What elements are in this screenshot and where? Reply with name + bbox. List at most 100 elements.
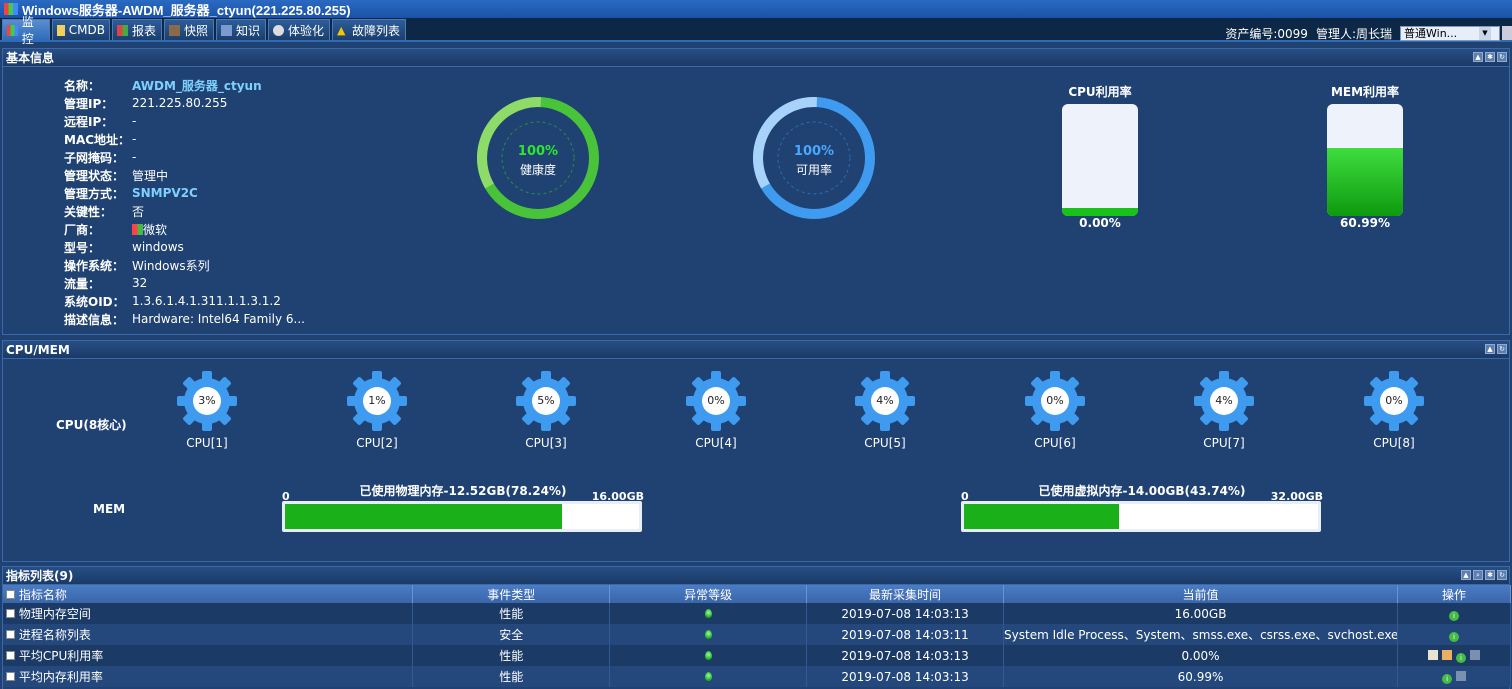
collapse-icon[interactable]: ▲ [1473,52,1483,62]
mem-usage-fill [1327,147,1403,216]
tab-cmdb[interactable]: CMDB [52,19,110,40]
snapshot-icon [169,24,180,36]
row-checkbox[interactable] [6,672,15,681]
tab-experience[interactable]: 体验化 [268,19,330,40]
metrics-panel: 指标列表(9) ▲ ⌕ ✱ ↻ 指标名称 事件类型 异常等级 最新采集时间 当前… [2,566,1511,689]
select-all-checkbox[interactable] [6,589,15,599]
tab-label: 知识 [236,23,261,38]
virtual-mem-title: 已使用虚拟内存-14.00GB(43.74%) [1038,484,1246,498]
tab-monitor[interactable]: 监控 [2,15,50,46]
cpu-usage-title: CPU利用率 [1068,85,1132,99]
panel-title: 指标列表(9) [6,569,74,583]
snmp-link[interactable]: SNMPV2C [132,186,198,200]
col-level[interactable]: 异常等级 [609,585,808,603]
cpu-core-label: CPU[6] [1034,436,1076,450]
info-row-mask: 子网掩码： - [64,150,137,165]
window-titlebar: Windows服务器-AWDM_服务器_ctyun(221.225.80.255… [0,0,1512,18]
col-time[interactable]: 最新采集时间 [806,585,1005,603]
info-row-traffic: 流量： 32 [64,276,148,291]
cpu-core-label: CPU(8核心) [56,418,127,432]
availability-value: 100% [793,144,835,159]
info-row-model: 型号： windows [64,240,184,255]
cpu-gear-icon: 4% [1193,370,1255,432]
status-dot-icon [704,608,712,618]
cpu-gear-icon: 0% [685,370,747,432]
search-icon[interactable]: ⌕ [1473,570,1483,580]
health-label: 100% 健康度 [496,144,580,178]
status-dot-icon [704,629,712,639]
table-row[interactable]: 进程名称列表 安全 2019-07-08 14:03:11 System Idl… [3,624,1511,645]
row-checkbox[interactable] [6,609,15,618]
edit-icon[interactable] [1442,649,1453,660]
cpu-usage-fill [1062,208,1138,216]
settings-icon[interactable]: ✱ [1485,570,1495,580]
panel-title: 基本信息 [6,51,55,65]
refresh-icon[interactable]: ↻ [1497,52,1507,62]
tab-knowledge[interactable]: 知识 [216,19,266,40]
settings-icon[interactable] [1502,26,1512,40]
cpu-gear-icon: 3% [176,370,238,432]
tab-fault-list[interactable]: ▲ 故障列表 [332,19,406,40]
cpu-core-label: CPU[8] [1373,436,1415,450]
cpu-gear-icon: 0% [1024,370,1086,432]
cpu-core-label: CPU[4] [695,436,737,450]
panel-header: 基本信息 [3,49,1509,67]
col-actions: 操作 [1397,585,1511,603]
knowledge-icon [221,24,232,36]
virtual-mem-bar [961,501,1321,535]
cpu-core-value: 0% [702,387,730,415]
tab-label: 快照 [184,23,209,38]
table-row[interactable]: 平均内存利用率 性能 2019-07-08 14:03:13 60.99% i [3,666,1511,687]
info-row-oid: 系统OID： 1.3.6.1.4.1.311.1.1.3.1.2 [64,294,281,309]
mem-usage-bar [1327,104,1403,216]
settings-icon[interactable]: ✱ [1485,52,1495,62]
row-checkbox[interactable] [6,630,15,639]
template-select[interactable]: 普通Win... ▼ [1400,25,1500,41]
info-row-vendor: 厂商： 微软 [64,222,168,237]
info-icon[interactable]: i [1449,610,1459,621]
col-type[interactable]: 事件类型 [412,585,611,603]
trend-icon[interactable] [1469,649,1480,660]
info-icon[interactable]: i [1455,652,1466,663]
monitor-icon [7,24,18,36]
availability-label: 100% 可用率 [772,144,856,178]
table-row[interactable]: 平均CPU利用率 性能 2019-07-08 14:03:13 0.00% i [3,645,1511,666]
virtual-mem-fill [964,504,1119,529]
col-name[interactable]: 指标名称 [3,585,414,603]
info-row-desc: 描述信息： Hardware: Intel64 Family 6... [64,312,305,327]
info-icon[interactable]: i [1449,631,1459,642]
info-row-mac: MAC地址： - [64,132,137,147]
device-name-link[interactable]: AWDM_服务器_ctyun [132,77,262,94]
refresh-icon[interactable]: ↻ [1497,570,1507,580]
info-row-critical: 关键性：否 [64,204,145,219]
cpu-gear-icon: 5% [515,370,577,432]
cpu-core-value: 4% [871,387,899,415]
chart-icon[interactable] [1428,649,1439,660]
panel-header: CPU/MEM [3,341,1509,359]
trend-icon[interactable] [1455,670,1466,681]
table-row[interactable]: 物理内存空间 性能 2019-07-08 14:03:13 16.00GB i [3,603,1511,624]
panel-header: 指标列表(9) [3,567,1509,585]
manager-name: 管理人:周长瑞 [1315,26,1392,41]
collapse-icon[interactable]: ▲ [1461,570,1471,580]
windows-logo-icon [132,223,143,235]
tab-snapshot[interactable]: 快照 [164,19,214,40]
cpu-core-label: CPU[1] [186,436,228,450]
cpu-core-value: 3% [193,387,221,415]
info-icon[interactable]: i [1442,673,1453,684]
cpu-gear-icon: 4% [854,370,916,432]
cpu-core-label: CPU[3] [525,436,567,450]
col-value[interactable]: 当前值 [1003,585,1399,603]
info-row-method: 管理方式： SNMPV2C [64,186,198,201]
info-row-remote-ip: 远程IP： - [64,114,137,129]
row-checkbox[interactable] [6,651,15,660]
cpu-core-value: 0% [1380,387,1408,415]
panel-controls: ▲ ⌕ ✱ ↻ [1461,570,1507,580]
refresh-icon[interactable]: ↻ [1497,344,1507,354]
metrics-table: 指标名称 事件类型 异常等级 最新采集时间 当前值 操作 物理内存空间 性能 2… [3,585,1511,687]
info-row-ip: 管理IP： 221.225.80.255 [64,96,228,111]
tab-report[interactable]: 报表 [112,19,162,40]
collapse-icon[interactable]: ▲ [1485,344,1495,354]
app-icon [4,3,18,15]
info-row-os: 操作系统： Windows系列 [64,258,210,273]
